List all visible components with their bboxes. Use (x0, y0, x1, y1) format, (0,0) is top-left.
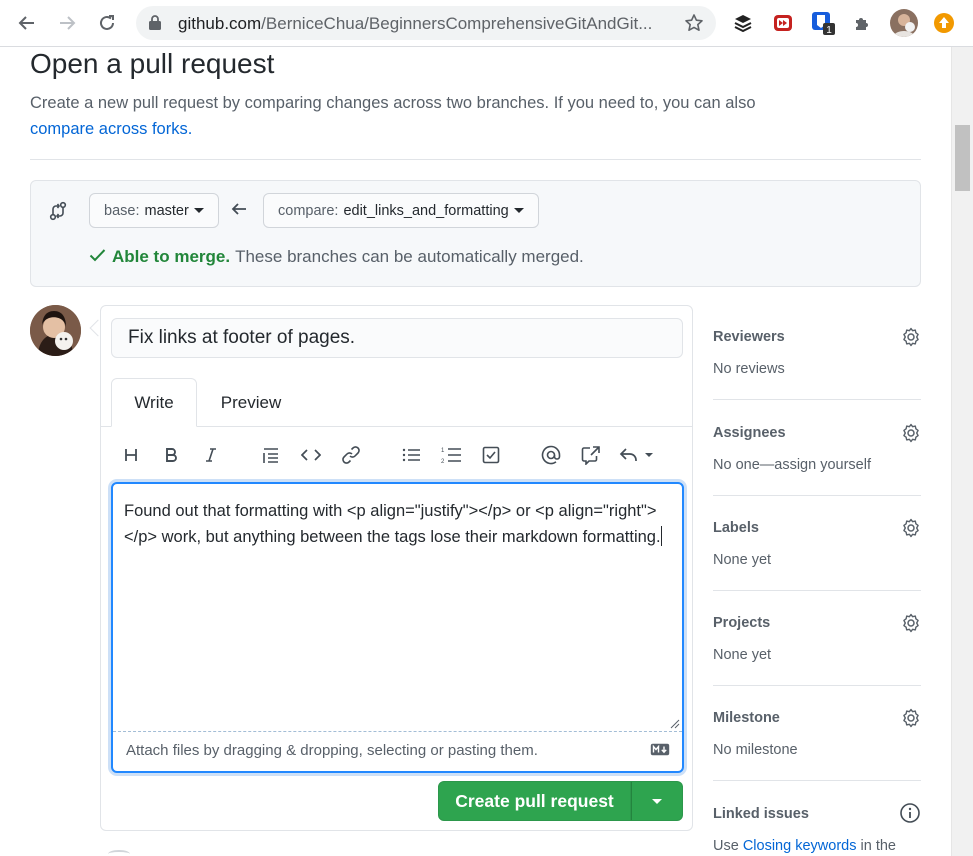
labels-value: None yet (713, 552, 772, 568)
linked-issues-value: Use Closing keywords in the (713, 838, 896, 854)
mention-icon[interactable] (538, 442, 564, 468)
reload-icon[interactable] (94, 10, 120, 36)
submit-options-dropdown[interactable] (631, 781, 683, 821)
compare-branch-name: edit_links_and_formatting (343, 202, 509, 219)
reviewers-gear-icon[interactable] (901, 327, 921, 352)
assignees-heading[interactable]: Assignees (713, 425, 921, 441)
bulleted-list-icon[interactable] (398, 442, 424, 468)
reviewers-heading[interactable]: Reviewers (713, 329, 921, 345)
svg-text:1: 1 (441, 448, 445, 454)
submit-button-group: Create pull request (438, 781, 683, 821)
attach-divider (113, 731, 682, 732)
milestone-value: No milestone (713, 742, 798, 758)
milestone-gear-icon[interactable] (901, 708, 921, 733)
buffer-extension-icon[interactable] (731, 11, 755, 35)
link-icon[interactable] (338, 442, 364, 468)
bookmark-star-icon[interactable] (684, 13, 704, 38)
closing-keywords-link[interactable]: Closing keywords (743, 838, 857, 854)
caret-down-icon (513, 208, 524, 213)
sidebar-divider (713, 780, 921, 781)
sidebar-divider (713, 399, 921, 400)
linked-issues-heading: Linked issues (713, 806, 809, 822)
projects-heading[interactable]: Projects (713, 615, 921, 631)
caret-down-icon (193, 208, 204, 213)
extensions-puzzle-icon[interactable] (851, 11, 875, 35)
sidebar-linked-issues: Linked issues Use Closing keywords in th… (713, 803, 921, 854)
next-section-edge (108, 850, 130, 856)
tab-preview[interactable]: Preview (211, 378, 291, 427)
assignees-gear-icon[interactable] (901, 423, 921, 448)
page-scrollbar[interactable] (951, 47, 973, 856)
address-bar[interactable]: github.com/BerniceChua/BeginnersComprehe… (136, 6, 716, 40)
labels-heading[interactable]: Labels (713, 520, 921, 536)
base-prefix: base: (104, 202, 140, 219)
video-speed-extension-icon[interactable] (771, 11, 795, 35)
subtitle-text: Create a new pull request by comparing c… (30, 94, 756, 112)
code-icon[interactable] (298, 442, 324, 468)
sidebar-divider (713, 495, 921, 496)
compare-across-forks-link[interactable]: compare across forks. (30, 120, 192, 138)
branch-range-box: base: master compare: edit_links_and_for… (30, 180, 921, 287)
sidebar-labels: Labels None yet (713, 518, 921, 568)
assignees-value[interactable]: No one—assign yourself (713, 457, 921, 473)
create-pull-request-button[interactable]: Create pull request (438, 781, 631, 821)
git-compare-icon (49, 201, 67, 226)
labels-gear-icon[interactable] (901, 518, 921, 543)
sidebar-assignees: Assignees No one—assign yourself (713, 423, 921, 473)
header-divider (30, 159, 921, 160)
sidebar-divider (713, 590, 921, 591)
merge-status-strong: Able to merge. (112, 247, 231, 266)
user-avatar[interactable] (30, 305, 81, 356)
text-cursor (660, 526, 662, 546)
svg-text:1: 1 (826, 25, 832, 35)
italic-icon[interactable] (198, 442, 224, 468)
base-branch-select[interactable]: base: master (89, 193, 219, 228)
sidebar-projects: Projects None yet (713, 613, 921, 663)
url-text: github.com/BerniceChua/BeginnersComprehe… (178, 14, 653, 33)
sidebar-milestone: Milestone No milestone (713, 708, 921, 758)
back-arrow-icon[interactable] (14, 10, 40, 36)
arrow-left-icon (231, 202, 247, 221)
milestone-heading[interactable]: Milestone (713, 710, 921, 726)
pr-body-text[interactable]: Found out that formatting with <p align=… (124, 498, 672, 550)
markdown-icon[interactable] (650, 743, 670, 761)
merge-status-text: These branches can be automatically merg… (235, 247, 584, 266)
merge-status: Able to merge. These branches can be aut… (89, 247, 584, 267)
scrollbar-thumb[interactable] (955, 125, 970, 191)
saved-reply-icon[interactable] (618, 442, 658, 468)
numbered-list-icon[interactable]: 12 (438, 442, 464, 468)
pr-body-textarea[interactable]: Found out that formatting with <p align=… (111, 482, 684, 773)
svg-text:2: 2 (441, 459, 445, 464)
pull-request-form: Write Preview 12 Found out that formatti… (100, 305, 693, 831)
caret-down-icon (652, 798, 662, 804)
update-arrow-icon[interactable] (932, 11, 956, 35)
task-list-icon[interactable] (478, 442, 504, 468)
page-subtitle: Create a new pull request by comparing c… (30, 90, 910, 142)
projects-gear-icon[interactable] (901, 613, 921, 638)
browser-toolbar: github.com/BerniceChua/BeginnersComprehe… (0, 0, 973, 47)
sidebar-divider (713, 685, 921, 686)
bold-icon[interactable] (158, 442, 184, 468)
cross-reference-icon[interactable] (578, 442, 604, 468)
reviewers-value: No reviews (713, 361, 785, 377)
header-icon[interactable] (118, 442, 144, 468)
info-icon[interactable] (899, 802, 921, 829)
check-icon (89, 247, 106, 267)
tab-write[interactable]: Write (111, 378, 197, 427)
pr-title-input[interactable] (111, 318, 683, 358)
compare-branch-select[interactable]: compare: edit_links_and_formatting (263, 193, 539, 228)
page-title: Open a pull request (30, 48, 275, 79)
forward-arrow-icon[interactable] (54, 10, 80, 36)
projects-value: None yet (713, 647, 772, 663)
profile-avatar-icon[interactable] (890, 9, 918, 37)
lock-icon (149, 15, 161, 35)
sidebar-reviewers: Reviewers No reviews (713, 327, 921, 377)
base-branch-name: master (144, 202, 189, 219)
compare-prefix: compare: (278, 202, 339, 219)
quote-icon[interactable] (258, 442, 284, 468)
attach-files-hint[interactable]: Attach files by dragging & dropping, sel… (126, 742, 538, 759)
bitwarden-extension-icon[interactable]: 1 (811, 11, 835, 35)
